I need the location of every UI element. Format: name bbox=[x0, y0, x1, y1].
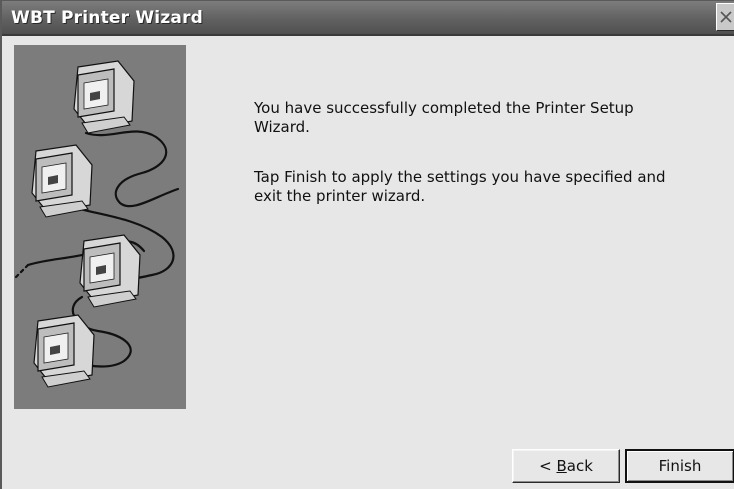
finish-instructions: Tap Finish to apply the settings you hav… bbox=[254, 168, 666, 205]
close-icon bbox=[720, 11, 732, 23]
window-title: WBT Printer Wizard bbox=[11, 8, 204, 28]
wizard-side-image bbox=[14, 45, 186, 409]
back-button-label-rest: ack bbox=[566, 457, 593, 475]
wizard-window: WBT Printer Wizard You have successfully… bbox=[0, 0, 734, 489]
back-button[interactable]: < Back bbox=[512, 449, 620, 483]
back-button-prefix: < bbox=[539, 457, 557, 475]
completion-message: You have successfully completed the Prin… bbox=[254, 99, 634, 136]
close-button[interactable] bbox=[716, 3, 734, 31]
networked-computers-icon bbox=[14, 60, 180, 388]
back-button-accelerator: B bbox=[556, 457, 567, 475]
finish-button[interactable]: Finish bbox=[625, 449, 734, 483]
title-bar[interactable]: WBT Printer Wizard bbox=[2, 1, 734, 36]
finish-button-label: Finish bbox=[658, 457, 702, 475]
